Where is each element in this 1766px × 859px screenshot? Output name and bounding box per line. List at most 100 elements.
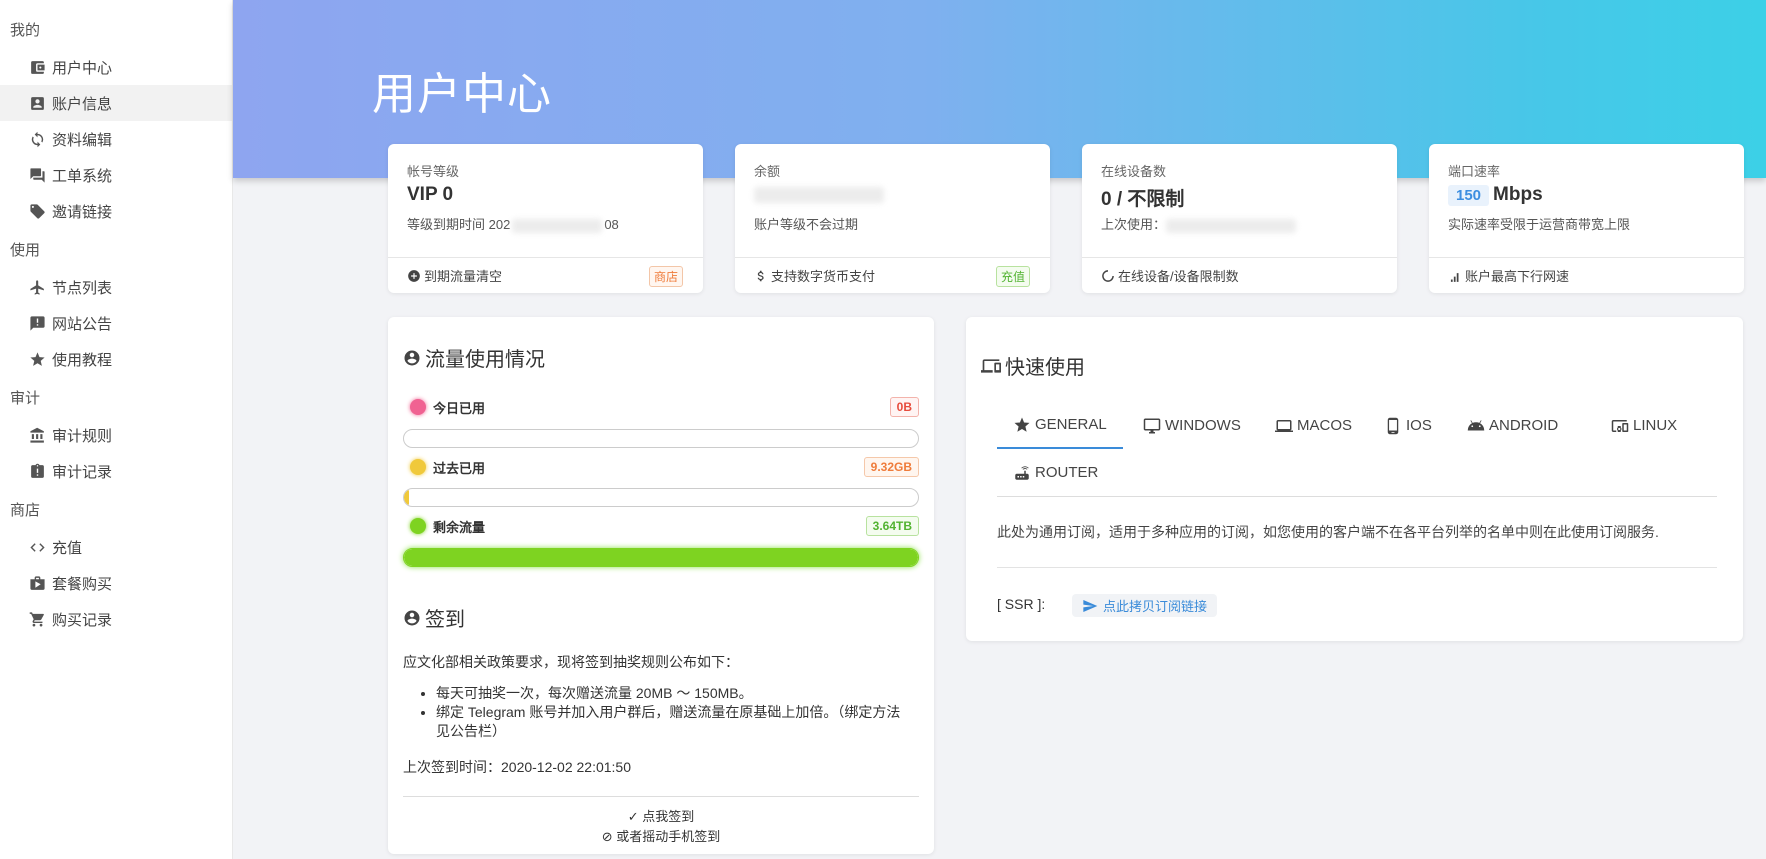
sidebar-item-label: 套餐购买 (52, 575, 113, 593)
tab-label: LINUX (1633, 417, 1678, 434)
copy-subscription-button[interactable]: 点此拷贝订阅链接 (1072, 594, 1218, 617)
sidebar-item-audit-rules[interactable]: 审计规则 (0, 417, 232, 453)
signin-title: 签到 (403, 603, 465, 632)
page-title: 用户中心 (372, 70, 552, 119)
sidebar-item-tickets[interactable]: 工单系统 (0, 157, 232, 193)
shake-signin-hint: ⊘ 或者摇动手机签到 (388, 826, 934, 845)
traffic-value-badge: 9.32GB (863, 457, 919, 477)
tab-general[interactable]: GENERAL (997, 402, 1123, 449)
traffic-bar-fill (404, 549, 918, 566)
card-label: 余额 (754, 164, 781, 179)
signin-rules: 每天可抽奖一次，每次赠送流量 20MB ～ 150MB。 绑定 Telegram… (421, 684, 911, 741)
sidebar-item-announcements[interactable]: 网站公告 (0, 305, 232, 341)
sidebar-item-label: 资料编辑 (52, 131, 113, 149)
traffic-label: 今日已用 (433, 400, 486, 416)
card-balance: 余额 账户等级不会过期 支持数字货币支付 充值 (735, 144, 1050, 293)
recharge-badge[interactable]: 充值 (995, 266, 1030, 287)
traffic-row-today: 今日已用 0B (403, 394, 919, 420)
traffic-row-remaining: 剩余流量 3.64TB (403, 513, 919, 539)
card-footer-text: 支持数字货币支付 (771, 269, 876, 284)
card-sub: 上次使用： (1101, 214, 1297, 233)
star-icon (1014, 417, 1030, 432)
sidebar-item-tutorial[interactable]: 使用教程 (0, 341, 232, 377)
sidebar-item-audit-logs[interactable]: 审计记录 (0, 453, 232, 489)
sidebar-item-label: 节点列表 (52, 279, 113, 297)
sidebar-item-invite[interactable]: 邀请链接 (0, 193, 232, 229)
sidebar-item-label: 使用教程 (52, 351, 113, 369)
tab-router[interactable]: ROUTER (997, 449, 1114, 496)
tab-macos[interactable]: MACOS (1259, 402, 1368, 449)
tab-label: IOS (1406, 417, 1432, 434)
card-footer: 支持数字货币支付 充值 (735, 257, 1050, 293)
announcement-icon (28, 314, 46, 332)
traffic-value-badge: 0B (889, 397, 919, 417)
send-icon (1083, 599, 1098, 612)
shop-badge[interactable]: 商店 (648, 266, 683, 287)
card-footer: 账户最高下行网速 (1429, 257, 1744, 293)
sidebar-item-profile-edit[interactable]: 资料编辑 (0, 121, 232, 157)
account-box-icon (28, 94, 46, 112)
tab-android[interactable]: ANDROID (1451, 402, 1574, 449)
tab-label: WINDOWS (1165, 417, 1241, 434)
sidebar-item-purchase-records[interactable]: 购买记录 (0, 601, 232, 637)
signin-rule: 每天可抽奖一次，每次赠送流量 20MB ～ 150MB。 (436, 684, 911, 703)
traffic-title-text: 流量使用情况 (425, 349, 545, 371)
card-sub: 账户等级不会过期 (754, 217, 859, 232)
sidebar-item-label: 审计记录 (52, 463, 113, 481)
ssr-label: [ SSR ]: (997, 596, 1046, 612)
card-value: 150 Mbps (1448, 184, 1543, 206)
shake-hint-text: 或者摇动手机签到 (616, 829, 721, 844)
traffic-bar-remaining (403, 548, 919, 567)
sidebar-item-label: 邀请链接 (52, 203, 113, 221)
card-sub: 等级到期时间 202 08 (407, 214, 619, 233)
sidebar-item-buy-plan[interactable]: 套餐购买 (0, 565, 232, 601)
redacted-blur (754, 186, 884, 203)
signin-button[interactable]: ✓ 点我签到 (388, 806, 934, 825)
traffic-row-past: 过去已用 9.32GB (403, 454, 919, 480)
android-icon (1467, 419, 1485, 430)
account-circle-icon (404, 610, 420, 625)
sidebar-section-mine: 我的 (10, 22, 41, 39)
tab-ios[interactable]: IOS (1368, 402, 1448, 449)
cart-icon (28, 610, 46, 628)
tag-icon (28, 202, 46, 220)
sidebar-item-user-center[interactable]: 用户中心 (0, 49, 232, 85)
sidebar-item-label: 网站公告 (52, 315, 113, 333)
code-icon (28, 538, 46, 556)
signal-bars-icon (1448, 269, 1462, 283)
last-used-label: 上次使用： (1101, 217, 1167, 232)
quick-use-title-text: 快速使用 (1005, 357, 1085, 379)
sidebar-section-shop: 商店 (10, 502, 41, 519)
traffic-title: 流量使用情况 (403, 343, 545, 372)
card-value (754, 184, 884, 206)
airplane-icon (28, 278, 46, 296)
sidebar: 我的 用户中心 账户信息 资料编辑 工单系统 邀请链接 使用 节点列表 网站公告… (0, 0, 233, 859)
signin-last-time: 上次签到时间：2020-12-02 22:01:50 (403, 759, 631, 775)
signin-button-text: 点我签到 (642, 809, 695, 824)
sidebar-item-recharge[interactable]: 充值 (0, 529, 232, 565)
sidebar-item-nodes[interactable]: 节点列表 (0, 269, 232, 305)
star-icon (28, 350, 46, 368)
account-circle-icon (404, 350, 420, 365)
past-dot (410, 459, 426, 475)
tab-label: ROUTER (1035, 464, 1099, 481)
quick-use-title: 快速使用 (981, 351, 1085, 380)
sync-icon (28, 130, 46, 148)
signin-divider (403, 796, 919, 797)
card-label: 端口速率 (1448, 164, 1501, 179)
sidebar-item-label: 工单系统 (52, 167, 113, 185)
tab-linux[interactable]: LINUX (1595, 402, 1693, 449)
card-footer: 到期流量清空 商店 (388, 257, 703, 293)
tab-windows[interactable]: WINDOWS (1127, 402, 1257, 449)
desktop-icon (1143, 418, 1161, 433)
redacted-blur (1166, 218, 1297, 233)
phone-icon (1387, 417, 1399, 434)
sidebar-item-account-info[interactable]: 账户信息 (0, 85, 232, 121)
sidebar-item-label: 购买记录 (52, 611, 113, 629)
sidebar-item-label: 审计规则 (52, 427, 113, 445)
signin-intro: 应文化部相关政策要求，现将签到抽奖规则公布如下： (403, 654, 739, 670)
description-divider (997, 567, 1717, 568)
traffic-bar-fill (404, 489, 410, 506)
copy-button-text: 点此拷贝订阅链接 (1103, 599, 1208, 614)
account-level-value: VIP 0 (407, 184, 454, 205)
